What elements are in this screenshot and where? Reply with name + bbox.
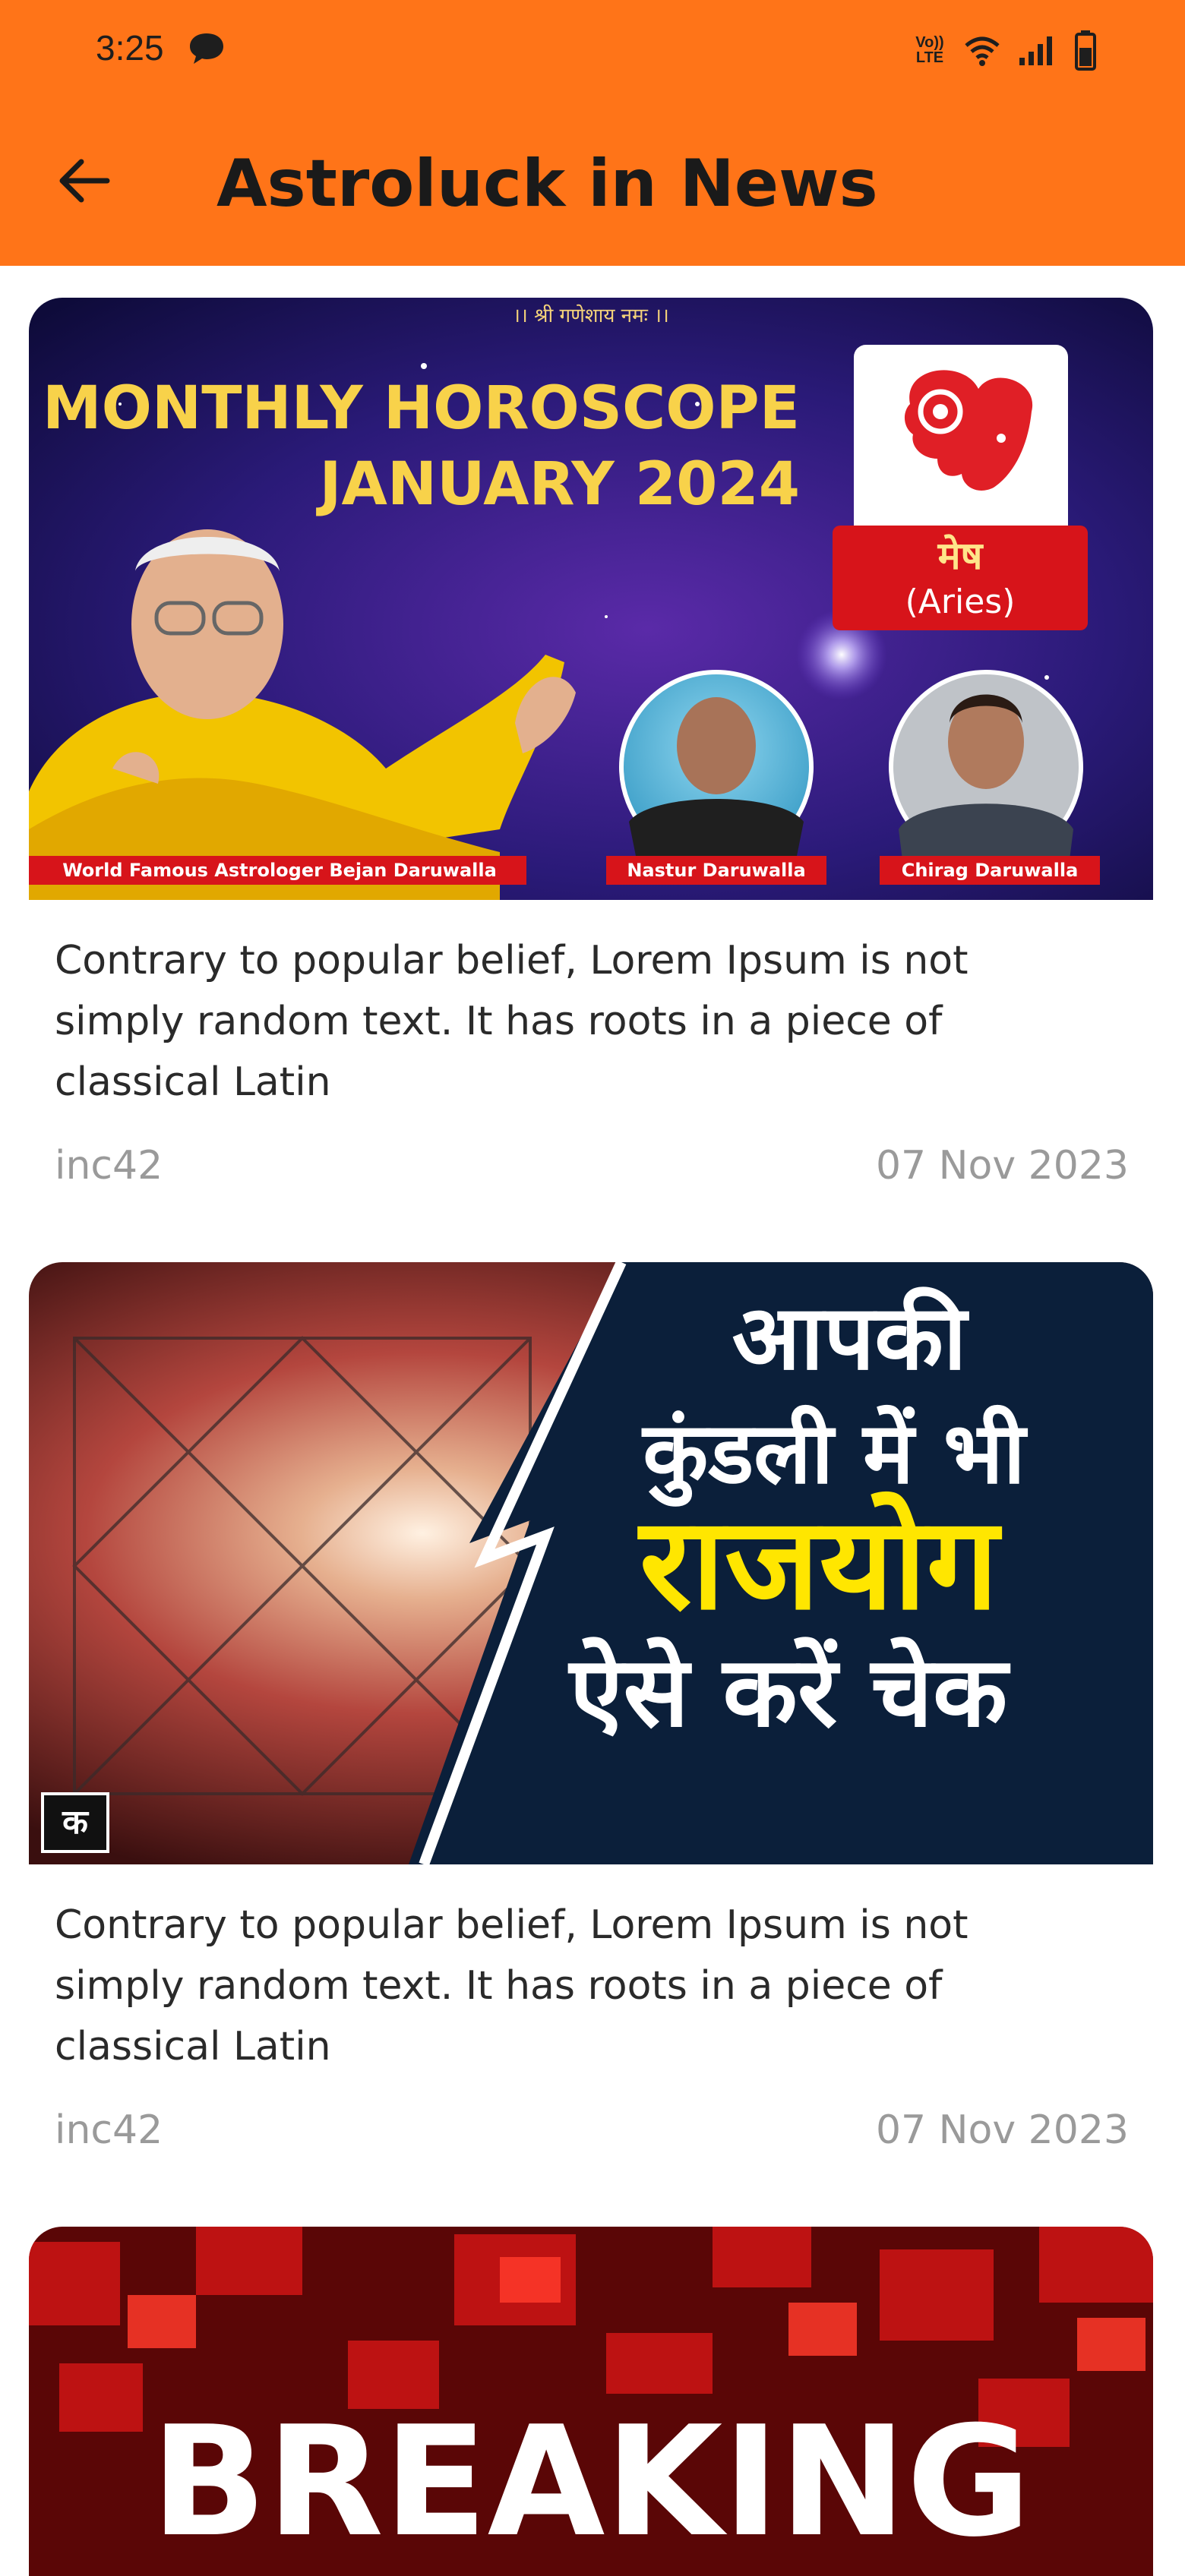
caption-chirag: Chirag Daruwalla	[902, 860, 1079, 881]
caption-astrologer: World Famous Astrologer Bejan Daruwalla	[62, 860, 497, 881]
volte-icon: Vo)) LTE	[913, 35, 946, 65]
sign-english: (Aries)	[905, 582, 1016, 621]
sign-hindi: मेष	[937, 534, 984, 578]
page-title: Astroluck in News	[216, 146, 878, 222]
back-button[interactable]	[52, 149, 115, 213]
news-card[interactable]: आपकी कुंडली में भी राजयोग ऐसे करें चेक क…	[0, 1230, 1185, 2195]
kundli-banner: आपकी कुंडली में भी राजयोग ऐसे करें चेक क	[29, 1262, 1153, 1864]
breaking-banner: BREAKING	[29, 2227, 1153, 2576]
news-date: 07 Nov 2023	[875, 1143, 1129, 1189]
news-description: Contrary to popular belief, Lorem Ipsum …	[55, 938, 969, 1105]
arrow-left-icon	[59, 159, 110, 203]
kundli-line-1: आपकी	[732, 1285, 970, 1390]
news-date: 07 Nov 2023	[875, 2107, 1129, 2153]
news-image[interactable]: ।। श्री गणेशाय नमः ।। MONTHLY HOROSCOPE …	[29, 298, 1153, 900]
news-image[interactable]: BREAKING	[29, 2227, 1153, 2576]
news-list: ।। श्री गणेशाय नमः ।। MONTHLY HOROSCOPE …	[0, 266, 1185, 2576]
battery-icon	[1075, 30, 1096, 71]
banner-heading-1: MONTHLY HOROSCOPE	[43, 374, 800, 443]
breaking-headline: BREAKING	[151, 2394, 1032, 2571]
wifi-icon	[965, 36, 1000, 66]
network-label: Vo)) LTE	[915, 34, 944, 66]
news-source: inc42	[55, 2107, 163, 2153]
status-time: 3:25	[96, 28, 164, 68]
horoscope-banner: ।। श्री गणेशाय नमः ।। MONTHLY HOROSCOPE …	[29, 298, 1153, 900]
status-icons: Vo)) LTE	[913, 27, 1097, 73]
news-source: inc42	[55, 1143, 163, 1189]
news-card[interactable]: ।। श्री गणेशाय नमः ।। MONTHLY HOROSCOPE …	[0, 266, 1185, 1230]
news-description: Contrary to popular belief, Lorem Ipsum …	[55, 1902, 969, 2069]
kundli-line-3: राजयोग	[637, 1489, 1003, 1638]
banner-top-text: ।। श्री गणेशाय नमः ।।	[513, 304, 669, 327]
signal-icon	[1019, 36, 1052, 65]
message-notification-icon	[190, 33, 223, 64]
app-header: 3:25 Vo)) LTE Astroluck in News	[0, 0, 1185, 266]
status-bar: 3:25 Vo)) LTE	[0, 0, 1185, 99]
banner-heading-2: JANUARY 2024	[316, 450, 801, 519]
caption-nastur: Nastur Daruwalla	[627, 860, 805, 881]
news-image[interactable]: आपकी कुंडली में भी राजयोग ऐसे करें चेक क	[29, 1262, 1153, 1864]
kundli-line-4: ऐसे करें चेक	[568, 1636, 1011, 1749]
channel-logo-letter: क	[62, 1803, 90, 1842]
news-card[interactable]: BREAKING	[0, 2195, 1185, 2576]
